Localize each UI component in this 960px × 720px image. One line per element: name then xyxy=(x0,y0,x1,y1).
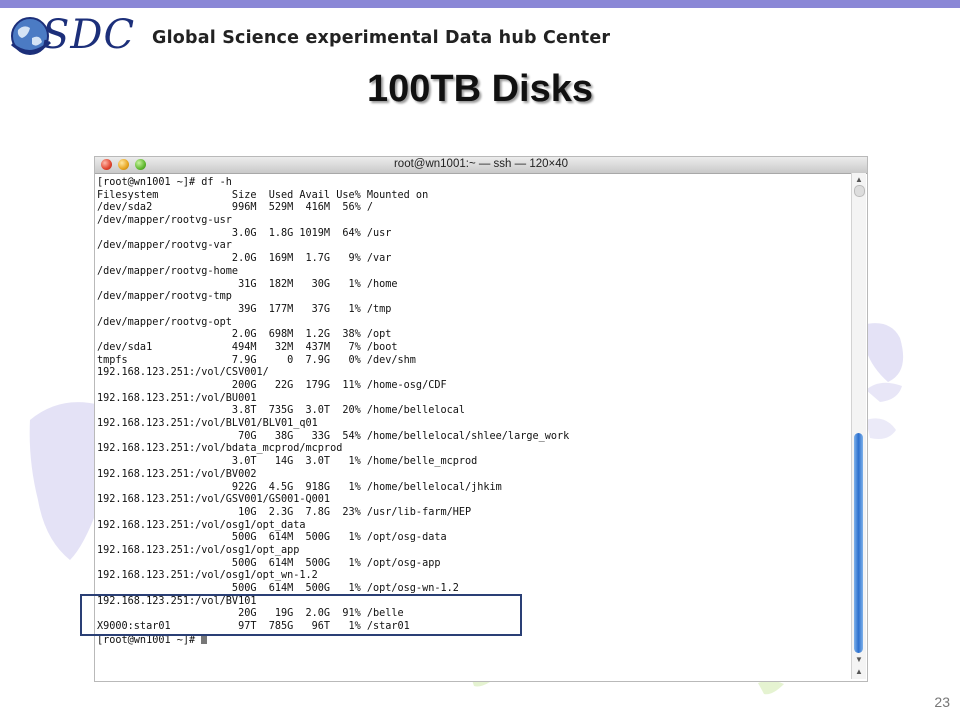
terminal-line: /dev/mapper/rootvg-var xyxy=(97,240,232,252)
terminal-line: 500G 614M 500G 1% /opt/osg-data xyxy=(97,532,447,544)
scroll-up-arrow-bottom-icon[interactable]: ▲ xyxy=(855,667,863,677)
page-number: 23 xyxy=(934,694,950,710)
scrollbar-top-cap xyxy=(854,185,865,197)
terminal-line: 192.168.123.251:/vol/bdata_mcprod/mcprod xyxy=(97,443,343,455)
terminal-line: 70G 38G 33G 54% /home/bellelocal/shlee/l… xyxy=(97,430,570,442)
terminal-prompt: [root@wn1001 ~]# xyxy=(97,634,202,646)
logo-tagline: Global Science experimental Data hub Cen… xyxy=(152,28,611,48)
terminal-line: 192.168.123.251:/vol/BV002 xyxy=(97,468,257,480)
terminal-line: 192.168.123.251:/vol/osg1/opt_app xyxy=(97,544,300,556)
window-titlebar[interactable]: root@wn1001:~ — ssh — 120×40 xyxy=(95,157,867,174)
terminal-line: [root@wn1001 ~]# df -h xyxy=(97,177,232,188)
terminal-line: 31G 182M 30G 1% /home xyxy=(97,278,398,290)
terminal-line: 500G 614M 500G 1% /opt/osg-app xyxy=(97,557,441,569)
scrollbar-thumb[interactable] xyxy=(854,433,863,653)
terminal-line: 2.0G 698M 1.2G 38% /opt xyxy=(97,329,392,341)
terminal-line: tmpfs 7.9G 0 7.9G 0% /dev/shm xyxy=(97,354,416,366)
terminal-line: 192.168.123.251:/vol/GSV001/GS001-Q001 xyxy=(97,494,331,506)
terminal-line: 3.0G 1.8G 1019M 64% /usr xyxy=(97,227,392,239)
terminal-line: /dev/sda1 494M 32M 437M 7% /boot xyxy=(97,341,398,353)
terminal-line: 200G 22G 179G 11% /home-osg/CDF xyxy=(97,380,447,391)
scroll-down-arrow-icon[interactable]: ▼ xyxy=(855,655,863,665)
window-title: root@wn1001:~ — ssh — 120×40 xyxy=(393,158,569,170)
terminal-line: 39G 177M 37G 1% /tmp xyxy=(97,303,392,315)
sdc-logo: SDC Global Science experimental Data hub… xyxy=(8,12,628,60)
terminal-line: 3.0T 14G 3.0T 1% /home/belle_mcprod xyxy=(97,456,478,468)
terminal-line: 3.8T 735G 3.0T 20% /home/bellelocal xyxy=(97,405,466,417)
terminal-line: 192.168.123.251:/vol/BU001 xyxy=(97,392,257,404)
terminal-line: /dev/mapper/rootvg-usr xyxy=(97,215,232,227)
terminal-line: Filesystem Size Used Avail Use% Mounted … xyxy=(97,189,429,201)
scroll-up-arrow-icon[interactable]: ▲ xyxy=(855,175,863,185)
terminal-line: /dev/mapper/rootvg-opt xyxy=(97,316,232,328)
terminal-line: /dev/sda2 996M 529M 416M 56% / xyxy=(97,202,374,214)
slide-title: 100TB Disks xyxy=(366,68,593,110)
terminal-line: 10G 2.3G 7.8G 23% /usr/lib-farm/HEP xyxy=(97,506,472,518)
terminal-line: /dev/mapper/rootvg-tmp xyxy=(97,291,232,303)
terminal-line: 192.168.123.251:/vol/CSV001/ xyxy=(97,367,269,379)
highlight-box xyxy=(80,594,522,636)
terminal-line: 922G 4.5G 918G 1% /home/bellelocal/jhkim xyxy=(97,481,502,493)
terminal-line: 2.0G 169M 1.7G 9% /var xyxy=(97,253,392,265)
terminal-line: 192.168.123.251:/vol/osg1/opt_data xyxy=(97,519,306,531)
terminal-line: 192.168.123.251:/vol/BLV01/BLV01_q01 xyxy=(97,418,318,430)
terminal-scrollbar[interactable]: ▲ ▼ ▲ xyxy=(851,173,866,679)
logo-wordmark: SDC xyxy=(42,12,136,58)
terminal-line: 192.168.123.251:/vol/osg1/opt_wn-1.2 xyxy=(97,570,318,582)
terminal-line: /dev/mapper/rootvg-home xyxy=(97,265,239,277)
